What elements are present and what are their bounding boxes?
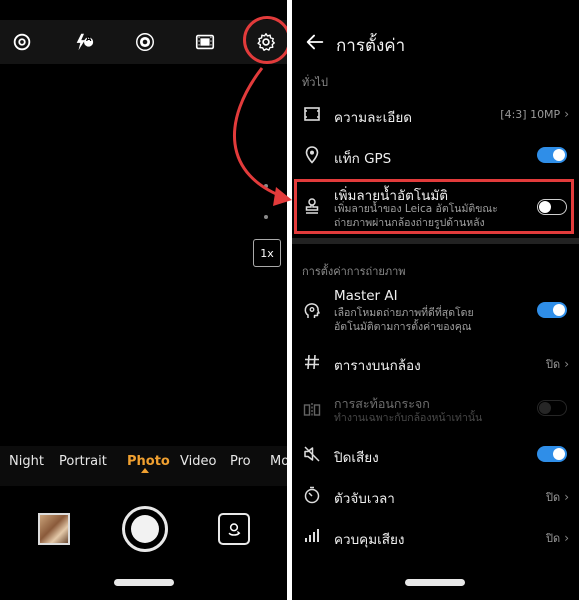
toggle-knob — [539, 401, 551, 414]
mode-photo[interactable]: Photo — [127, 454, 170, 469]
flash-auto-badge: A — [86, 35, 92, 43]
shutter-inner — [131, 515, 159, 543]
chevron-right-icon: › — [564, 107, 569, 121]
chevron-right-icon: › — [564, 531, 569, 545]
timer-icon — [302, 485, 322, 505]
speaker-muted-icon — [302, 444, 322, 464]
switch-camera-icon — [228, 523, 241, 536]
zoom-button[interactable]: 1x — [253, 239, 281, 267]
toggle-knob — [553, 149, 565, 161]
flash-auto-icon[interactable]: A — [70, 28, 98, 56]
resolution-label: ความละเอียด — [334, 110, 413, 126]
resolution-value-text: [4:3] 10MP — [500, 108, 561, 121]
mode-selector: Night Portrait Photo Video Pro Mo — [0, 446, 287, 486]
shutter-button[interactable] — [122, 506, 168, 552]
master-ai-toggle[interactable] — [537, 302, 567, 318]
audio-value-text: ปิด — [546, 532, 561, 545]
timer-label: ตัวจับเวลา — [334, 491, 395, 507]
setting-grid[interactable]: ตารางบนกล้อง ปิด › — [292, 348, 579, 376]
setting-gps[interactable]: แท็ก GPS — [292, 141, 579, 169]
audio-control-value: ปิด › — [546, 529, 569, 547]
setting-resolution[interactable]: ความละเอียด [4:3] 10MP › — [292, 100, 579, 128]
film-icon[interactable] — [191, 28, 219, 56]
mirror-toggle — [537, 400, 567, 416]
home-indicator[interactable] — [114, 579, 174, 586]
mirror-description: ทำงานเฉพาะกับกล้องหน้าเท่านั้น — [334, 412, 483, 424]
toggle-knob — [553, 304, 565, 316]
camera-screen: A 1x Night Portrait Photo Video Pro Mo — [0, 0, 287, 600]
mode-more[interactable]: Mo — [270, 454, 287, 469]
page-title: การตั้งค่า — [336, 36, 406, 56]
master-ai-label: Master AI — [334, 288, 398, 304]
timer-value: ปิด › — [546, 488, 569, 506]
zoom-dot-top — [264, 184, 268, 188]
settings-highlight-ring — [243, 16, 287, 64]
section-general: ทั่วไป — [302, 76, 328, 89]
mute-label: ปิดเสียง — [334, 450, 379, 466]
location-pin-icon — [302, 145, 322, 165]
signal-bars-icon — [302, 526, 322, 546]
mute-toggle[interactable] — [537, 446, 567, 462]
chevron-right-icon: › — [564, 357, 569, 371]
setting-audio-control[interactable]: ควบคุมเสียง ปิด › — [292, 522, 579, 550]
grid-value: ปิด › — [546, 355, 569, 373]
ai-lens-icon[interactable] — [8, 28, 36, 56]
timer-value-text: ปิด — [546, 491, 561, 504]
mirror-icon — [302, 400, 322, 420]
zoom-dot-bottom — [264, 215, 268, 219]
gps-toggle[interactable] — [537, 147, 567, 163]
grid-value-text: ปิด — [546, 358, 561, 371]
mode-portrait[interactable]: Portrait — [59, 454, 107, 469]
grid-label: ตารางบนกล้อง — [334, 358, 421, 374]
back-arrow-icon[interactable] — [304, 31, 326, 53]
switch-camera-button[interactable] — [218, 513, 250, 545]
resolution-value: [4:3] 10MP › — [500, 107, 569, 121]
resolution-icon — [302, 104, 322, 124]
ai-head-icon — [302, 301, 322, 321]
hashtag-grid-icon — [302, 352, 322, 372]
home-indicator[interactable] — [405, 579, 465, 586]
setting-timer[interactable]: ตัวจับเวลา ปิด › — [292, 481, 579, 509]
mode-video[interactable]: Video — [180, 454, 216, 469]
master-ai-desc-line1: เลือกโหมดถ่ายภาพที่ดีที่สุดโดย — [334, 307, 474, 319]
chevron-right-icon: › — [564, 490, 569, 504]
settings-header: การตั้งค่า — [292, 20, 579, 64]
active-mode-indicator — [141, 468, 149, 473]
setting-master-ai[interactable]: Master AI เลือกโหมดถ่ายภาพที่ดีที่สุดโดย… — [292, 287, 579, 337]
master-ai-description: เลือกโหมดถ่ายภาพที่ดีที่สุดโดยอัตโนมัติต… — [334, 306, 544, 334]
section-divider — [292, 238, 579, 244]
audio-control-label: ควบคุมเสียง — [334, 532, 405, 548]
setting-mirror: การสะท้อนกระจก ทำงานเฉพาะกับกล้องหน้าเท่… — [292, 393, 579, 427]
master-ai-desc-line2: อัตโนมัติตามการตั้งค่าของคุณ — [334, 321, 472, 333]
mode-night[interactable]: Night — [9, 454, 44, 469]
section-capture: การตั้งค่าการถ่ายภาพ — [302, 265, 406, 278]
aperture-icon[interactable] — [131, 28, 159, 56]
watermark-highlight-box — [294, 179, 574, 234]
mode-pro[interactable]: Pro — [230, 454, 251, 469]
settings-screen: การตั้งค่า ทั่วไป ความละเอียด [4:3] 10MP… — [292, 0, 579, 600]
setting-mute[interactable]: ปิดเสียง — [292, 440, 579, 468]
gallery-thumbnail[interactable] — [38, 513, 70, 545]
toggle-knob — [553, 448, 565, 460]
gps-label: แท็ก GPS — [334, 151, 392, 167]
